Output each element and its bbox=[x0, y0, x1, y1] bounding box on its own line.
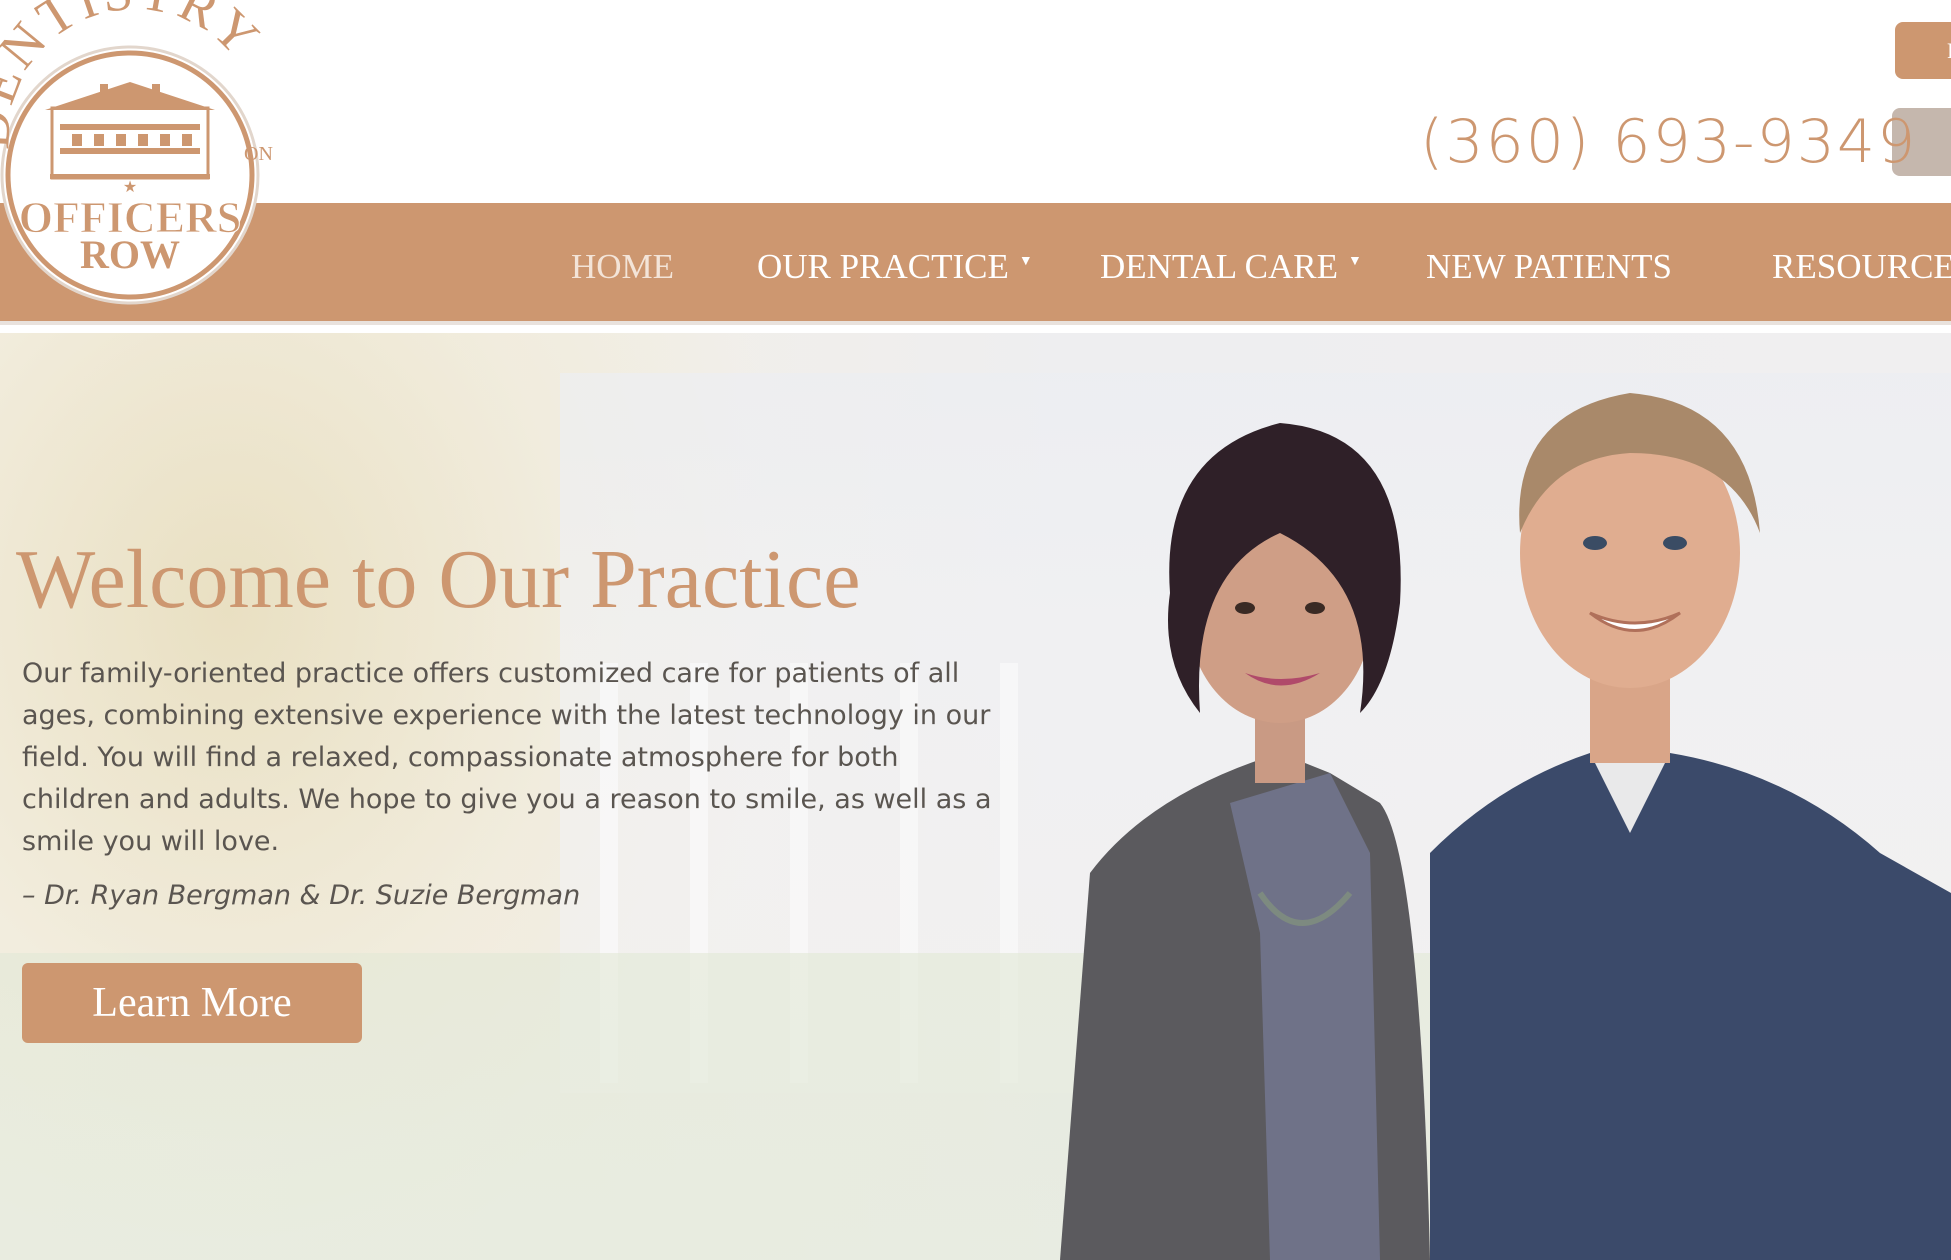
phone-number[interactable]: (360) 693-9349 bbox=[1420, 102, 1917, 182]
main-nav: HOME OUR PRACTICE ▼ DENTAL CARE ▼ NEW PATI… bbox=[0, 203, 1951, 325]
hero-description-line: smile you will love. bbox=[22, 826, 280, 857]
nav-item-label: DENTAL CARE bbox=[1100, 247, 1338, 286]
chevron-down-icon: ▼ bbox=[1018, 253, 1033, 269]
hero-description: Our family-oriented practice offers cust… bbox=[22, 653, 1012, 863]
dentists-photo bbox=[1060, 393, 1951, 1260]
hero-signature: – Dr. Ryan Bergman & Dr. Suzie Bergman bbox=[22, 880, 581, 911]
nav-item-label: RESOURCE bbox=[1772, 247, 1951, 286]
site-header: F (360) 693-9349 bbox=[0, 0, 1951, 203]
hero-section: Welcome to Our Practice Our family-orien… bbox=[0, 333, 1951, 1260]
top-action-button[interactable]: F bbox=[1895, 22, 1951, 79]
nav-item-label: NEW PATIENTS bbox=[1426, 247, 1672, 286]
woman-figure bbox=[1060, 423, 1430, 1260]
logo-text-line2: ROW bbox=[80, 232, 180, 277]
nav-item-dental-care[interactable]: DENTAL CARE ▼ bbox=[1100, 203, 1362, 321]
hero-description-line: children and adults. We hope to give you… bbox=[22, 784, 992, 815]
logo-text-on: ON bbox=[244, 143, 273, 165]
chevron-down-icon: ▼ bbox=[1347, 253, 1362, 269]
hero-title: Welcome to Our Practice bbox=[16, 533, 861, 626]
nav-item-label: HOME bbox=[571, 247, 675, 286]
nav-item-our-practice[interactable]: OUR PRACTICE ▼ bbox=[757, 203, 1033, 321]
site-logo[interactable]: DENTISTRY ON ★ OFFICERS ROW bbox=[0, 0, 290, 320]
hero-description-line: ages, combining extensive experience wit… bbox=[22, 700, 991, 731]
man-figure bbox=[1430, 393, 1951, 1260]
nav-item-resources[interactable]: RESOURCE bbox=[1772, 203, 1951, 321]
hero-description-line: Our family-oriented practice offers cust… bbox=[22, 658, 960, 689]
nav-item-home[interactable]: HOME bbox=[571, 203, 674, 321]
hero-description-line: field. You will find a relaxed, compassi… bbox=[22, 742, 899, 773]
nav-item-new-patients[interactable]: NEW PATIENTS bbox=[1426, 203, 1672, 321]
nav-item-label: OUR PRACTICE bbox=[757, 247, 1009, 286]
learn-more-button[interactable]: Learn More bbox=[22, 963, 362, 1043]
